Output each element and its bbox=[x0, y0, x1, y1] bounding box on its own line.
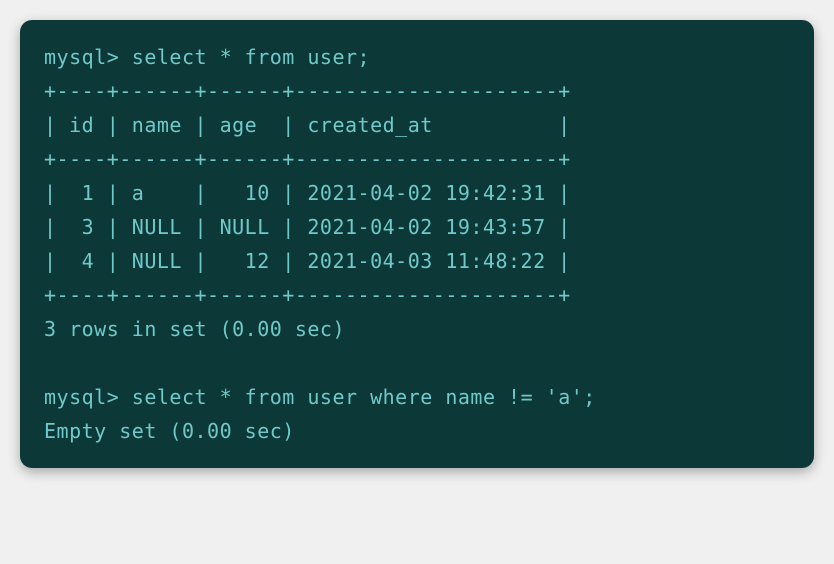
table-header: | id | name | age | created_at | bbox=[44, 113, 571, 137]
sql-query-2: select * from user where name != 'a'; bbox=[132, 385, 596, 409]
prompt: mysql> bbox=[44, 45, 119, 69]
table-border-mid: +----+------+------+--------------------… bbox=[44, 147, 571, 171]
table-border-top: +----+------+------+--------------------… bbox=[44, 79, 571, 103]
table-row: | 1 | a | 10 | 2021-04-02 19:42:31 | bbox=[44, 181, 571, 205]
table-row: | 4 | NULL | 12 | 2021-04-03 11:48:22 | bbox=[44, 249, 571, 273]
result-summary-2: Empty set (0.00 sec) bbox=[44, 419, 295, 443]
prompt: mysql> bbox=[44, 385, 119, 409]
table-border-bottom: +----+------+------+--------------------… bbox=[44, 283, 571, 307]
terminal-window[interactable]: mysql> select * from user; +----+------+… bbox=[20, 20, 814, 468]
sql-query-1: select * from user; bbox=[132, 45, 370, 69]
table-row: | 3 | NULL | NULL | 2021-04-02 19:43:57 … bbox=[44, 215, 571, 239]
result-summary-1: 3 rows in set (0.00 sec) bbox=[44, 317, 345, 341]
